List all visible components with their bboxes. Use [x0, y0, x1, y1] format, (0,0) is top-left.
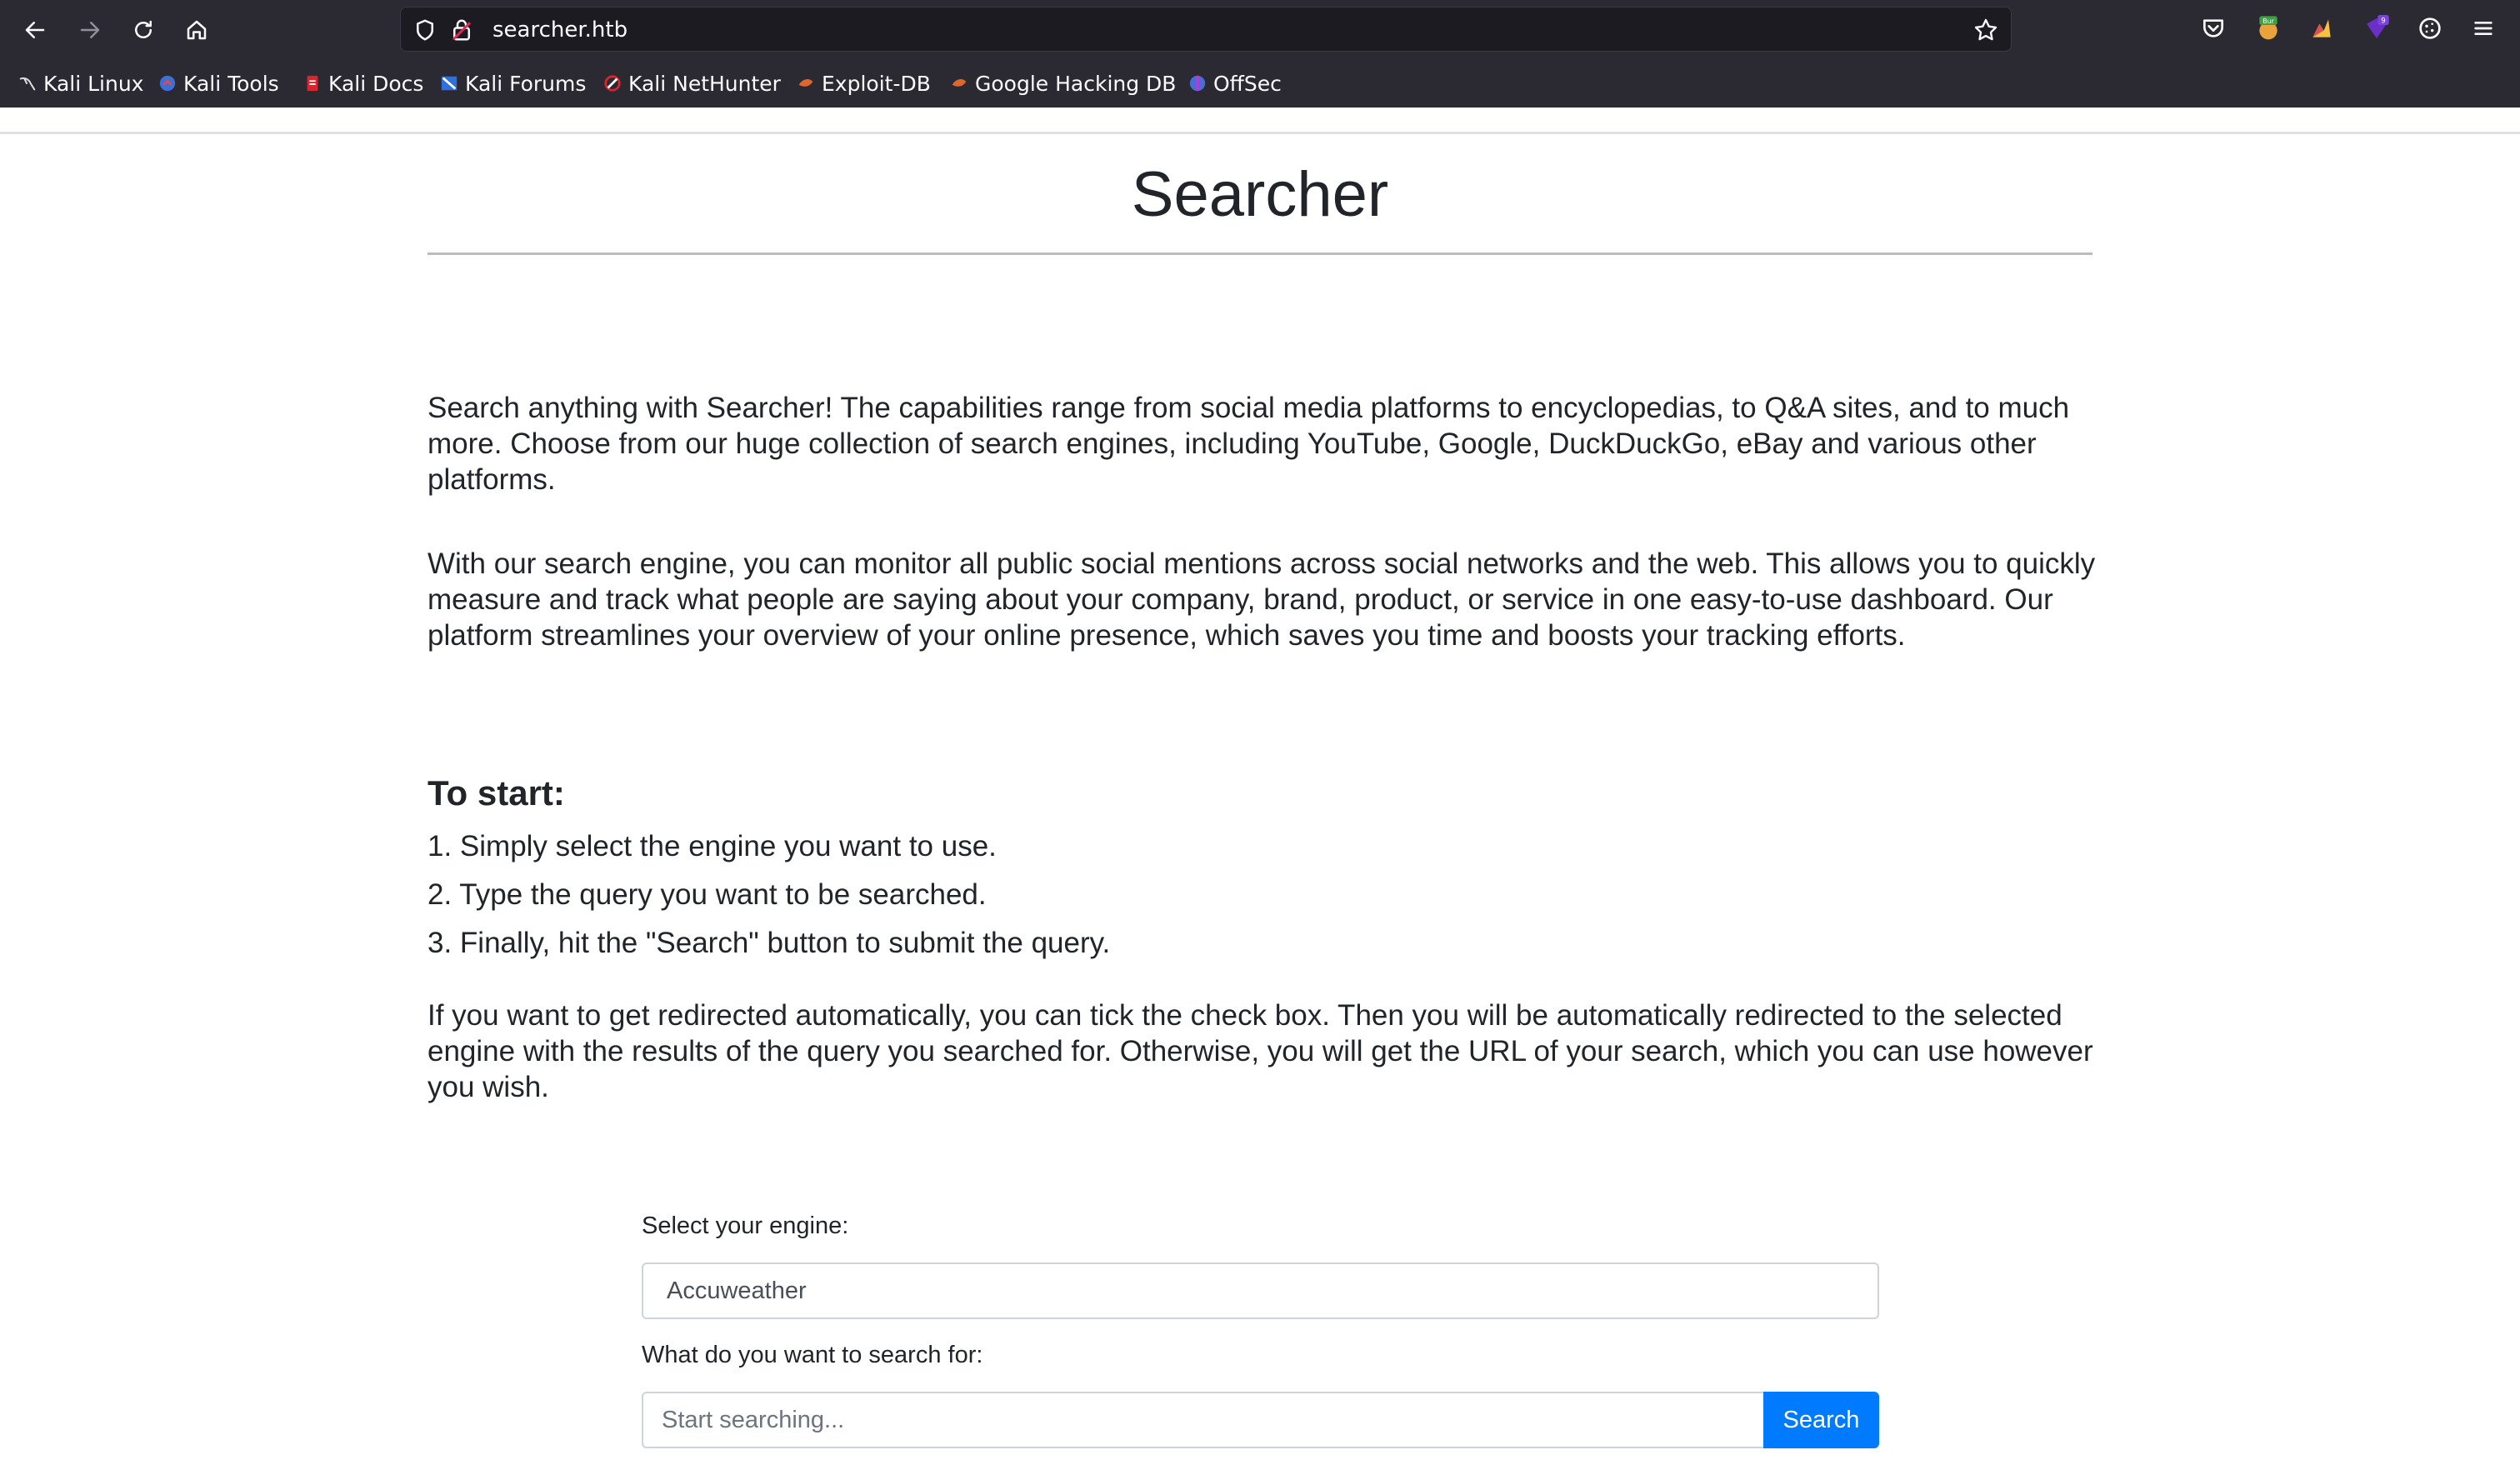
cookie-icon [2419, 18, 2441, 39]
bookmark-label: OffSec [1213, 71, 1282, 96]
bookmark-star-icon[interactable] [1972, 17, 1999, 43]
pocket-button[interactable] [2197, 12, 2230, 45]
bookmark-label: Google Hacking DB [975, 71, 1177, 96]
bookmark-kali-linux[interactable]: Kali Linux [18, 67, 143, 100]
foxyproxy-icon: 9 [2367, 15, 2389, 38]
pocket-icon [2203, 19, 2223, 38]
bookmark-label: Kali NetHunter [628, 71, 781, 96]
bookmark-label: Exploit-DB [822, 71, 931, 96]
bookmark-kali-nethunter[interactable]: Kali NetHunter [603, 67, 781, 100]
home-button[interactable] [178, 12, 215, 48]
wappalyzer-extension-button[interactable] [2305, 12, 2338, 45]
url-text[interactable]: searcher.htb [492, 18, 628, 42]
bookmark-label: Kali Forums [465, 71, 587, 96]
monitor-paragraph: With our search engine, you can monitor … [428, 548, 2096, 652]
wappalyzer-icon [2312, 19, 2331, 38]
steps-list: 1. Simply select the engine you want to … [428, 828, 1110, 973]
bookmark-kali-tools[interactable]: Kali Tools [158, 67, 279, 100]
bookmark-label: Kali Tools [183, 71, 279, 96]
tracking-shield-icon[interactable] [412, 18, 438, 42]
start-heading: To start: [428, 773, 565, 812]
bookmarks-bar: Kali Linux Kali Tools Kali Docs Kali For… [0, 67, 2520, 100]
engine-label: Select your engine: [642, 1212, 849, 1239]
page-title: Searcher [1131, 159, 1389, 230]
hamburger-menu-icon [2474, 22, 2492, 35]
bookmark-exploit-db[interactable]: Exploit-DB [797, 67, 931, 100]
step-item: 2. Type the query you want to be searche… [428, 878, 987, 911]
foxyproxy-extension-button[interactable]: 9 [2360, 12, 2393, 45]
insecure-lock-icon[interactable] [449, 17, 474, 43]
intro-paragraph: Search anything with Searcher! The capab… [428, 392, 2070, 496]
search-button[interactable]: Search [1763, 1392, 1879, 1448]
browser-toolbar: searcher.htb Bur 9 [0, 0, 2520, 60]
title-divider [428, 252, 2092, 255]
ghdb-icon [952, 78, 967, 87]
back-button[interactable] [17, 12, 53, 48]
home-icon [187, 20, 207, 40]
engine-select[interactable]: Accuweather [642, 1262, 1879, 1319]
redirect-paragraph: If you want to get redirected automatica… [428, 999, 2093, 1103]
kali-tools-icon [159, 75, 176, 92]
reload-icon [135, 20, 152, 38]
app-menu-button[interactable] [2467, 12, 2500, 45]
bookmark-offsec[interactable]: OffSec [1188, 67, 1282, 100]
bookmark-label: Kali Linux [43, 71, 144, 96]
bookmark-label: Kali Docs [328, 71, 424, 96]
kali-forums-icon [441, 76, 458, 91]
url-bar[interactable]: searcher.htb [400, 7, 2012, 52]
step-item: 3. Finally, hit the "Search" button to s… [428, 927, 1111, 959]
page-top-divider [0, 132, 2520, 134]
reload-button[interactable] [125, 12, 162, 48]
notification-count: 9 [2381, 17, 2386, 25]
browser-chrome: searcher.htb Bur 9 Kali Linux Kali Tools… [0, 0, 2520, 108]
cookie-extension-button[interactable] [2413, 12, 2447, 45]
burp-badge: Bur [2262, 18, 2275, 25]
offsec-icon [1189, 75, 1206, 92]
bookmark-google-hacking-db[interactable]: Google Hacking DB [950, 67, 1176, 100]
step-item: 1. Simply select the engine you want to … [428, 830, 997, 862]
kali-docs-icon [307, 75, 318, 92]
kali-nethunter-icon [604, 75, 621, 92]
bookmark-kali-forums[interactable]: Kali Forums [440, 67, 586, 100]
query-label: What do you want to search for: [642, 1342, 983, 1368]
exploit-db-icon [798, 78, 813, 87]
burp-extension-icon: Bur [2259, 16, 2278, 40]
forward-button[interactable] [72, 12, 108, 48]
kali-dragon-icon [19, 77, 36, 91]
bookmark-kali-docs[interactable]: Kali Docs [303, 67, 423, 100]
burp-extension-button[interactable]: Bur [2252, 12, 2285, 45]
search-input[interactable]: Start searching... [642, 1392, 1765, 1448]
back-arrow-icon [25, 22, 45, 38]
forward-arrow-icon [80, 22, 100, 38]
